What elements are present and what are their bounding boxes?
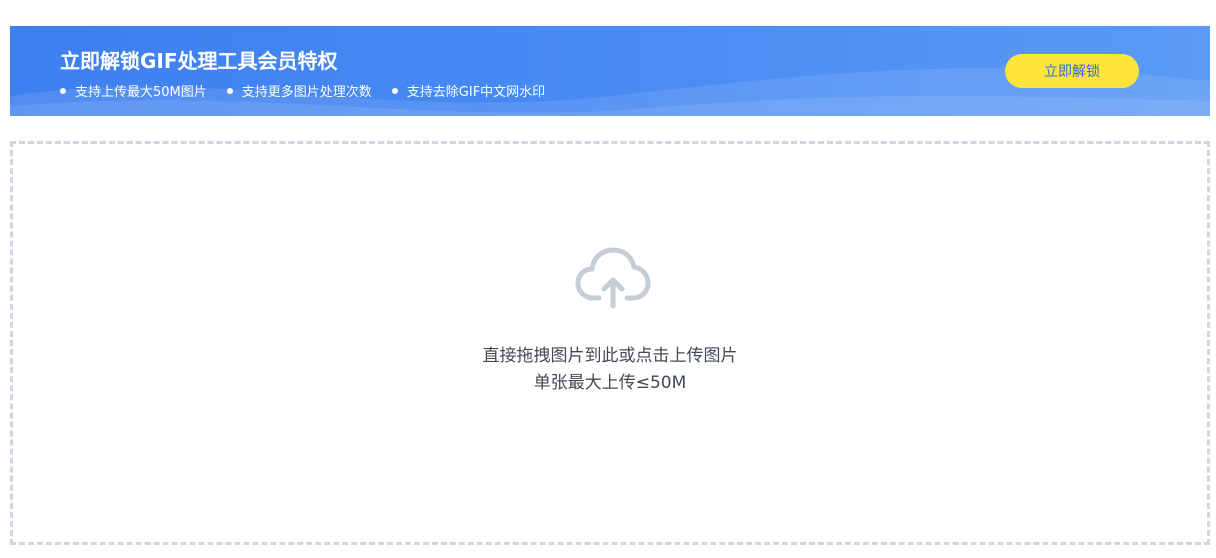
benefit-label: 支持上传最大50M图片 — [75, 85, 207, 100]
benefit-item: 支持更多图片处理次数 — [226, 81, 372, 100]
unlock-now-button[interactable]: 立即解锁 — [1005, 54, 1139, 88]
benefit-label: 支持去除GIF中文网水印 — [406, 85, 546, 100]
upload-dropzone[interactable]: 直接拖拽图片到此或点击上传图片 单张最大上传≤50M — [10, 141, 1210, 545]
vip-banner: 立即解锁GIF处理工具会员特权 支持上传最大50M图片 支持更多图片处理次数 支… — [10, 26, 1210, 116]
bullet-dot-icon — [391, 87, 398, 94]
benefit-item: 支持去除GIF中文网水印 — [391, 81, 546, 100]
bullet-dot-icon — [60, 87, 66, 94]
benefit-item: 支持上传最大50M图片 — [60, 81, 207, 100]
bullet-dot-icon — [226, 87, 233, 94]
upload-instruction: 直接拖拽图片到此或点击上传图片 — [482, 346, 738, 366]
benefit-label: 支持更多图片处理次数 — [241, 85, 372, 100]
upload-size-limit: 单张最大上传≤50M — [533, 373, 687, 393]
banner-title: 立即解锁GIF处理工具会员特权 — [60, 49, 338, 73]
cloud-upload-icon — [575, 247, 651, 309]
benefit-list: 支持上传最大50M图片 支持更多图片处理次数 支持去除GIF中文网水印 — [60, 81, 565, 100]
